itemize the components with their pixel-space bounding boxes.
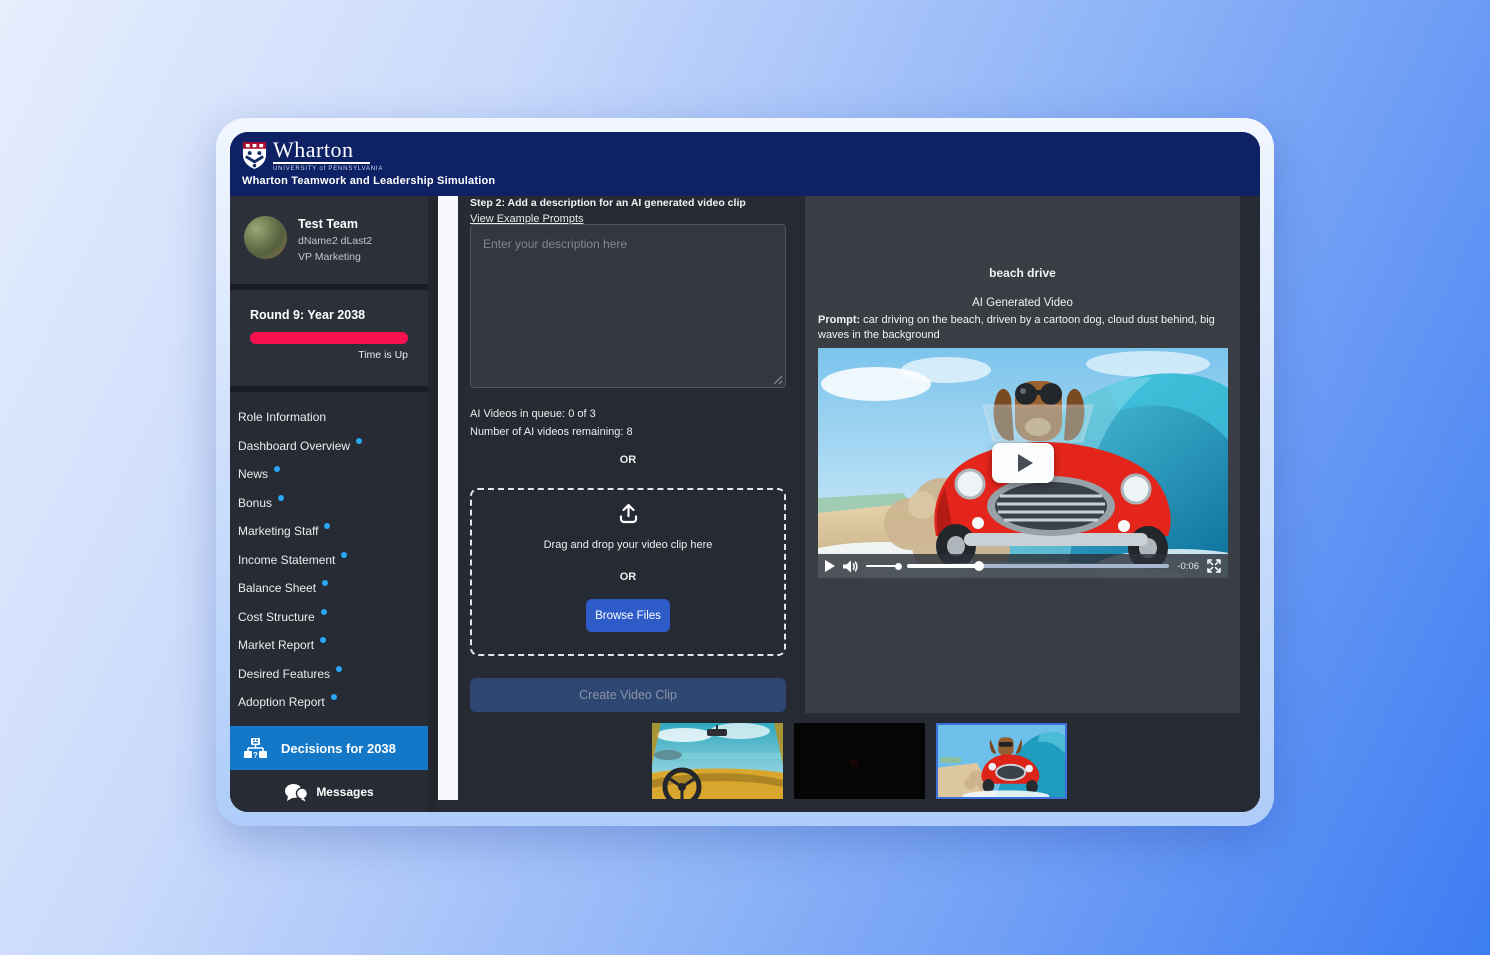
messages-button[interactable]: Messages — [230, 772, 428, 812]
remaining-status: Number of AI videos remaining: 8 — [470, 426, 633, 438]
video-controls: -0:06 — [818, 554, 1228, 578]
step-title: Step 2: Add a description for an AI gene… — [470, 197, 810, 209]
browse-files-button[interactable]: Browse Files — [586, 599, 670, 632]
upload-icon — [617, 502, 640, 525]
textarea-resize-handle[interactable] — [772, 374, 783, 385]
simulation-window: Wharton UNIVERSITY of PENNSYLVANIA Whart… — [230, 132, 1260, 812]
unread-dot — [356, 438, 362, 444]
app-frame: Wharton UNIVERSITY of PENNSYLVANIA Whart… — [216, 118, 1274, 826]
black-video-image — [794, 723, 925, 799]
app-title: Wharton Teamwork and Leadership Simulati… — [242, 175, 1248, 187]
decisions-button[interactable]: ? Decisions for 2038 — [230, 726, 428, 770]
unread-dot — [278, 495, 284, 501]
video-preview-panel: beach drive AI Generated Video Prompt:ca… — [805, 196, 1240, 713]
chat-bubbles-icon — [284, 783, 308, 802]
prompt-text: car driving on the beach, driven by a ca… — [818, 314, 1215, 341]
video-dropzone[interactable]: Drag and drop your video clip here OR Br… — [470, 488, 786, 656]
team-avatar — [244, 216, 287, 259]
penn-shield-icon — [242, 141, 267, 170]
sidebar-item-balance-sheet[interactable]: Balance Sheet — [238, 574, 428, 603]
queue-status: AI Videos in queue: 0 of 3 — [470, 408, 596, 420]
sidebar: Test Team dName2 dLast2 VP Marketing Rou… — [230, 196, 428, 812]
or-divider: OR — [620, 571, 637, 583]
sidebar-item-dashboard-overview[interactable]: Dashboard Overview — [238, 432, 428, 461]
or-divider: OR — [470, 454, 786, 466]
content-gutter — [428, 196, 438, 812]
clip-prompt: Prompt:car driving on the beach, driven … — [818, 313, 1227, 343]
round-timer-label: Time is Up — [250, 349, 408, 361]
unread-dot — [341, 552, 347, 558]
sidebar-item-marketing-staff[interactable]: Marketing Staff — [238, 517, 428, 546]
unread-dot — [336, 666, 342, 672]
fullscreen-icon[interactable] — [1207, 559, 1221, 573]
main-content: Step 2: Add a description for an AI gene… — [458, 196, 1260, 812]
unread-dot — [274, 466, 280, 472]
create-video-clip-button[interactable]: Create Video Clip — [470, 678, 786, 712]
beach-drive-image — [938, 725, 1065, 797]
team-member-name: dName2 dLast2 — [298, 235, 372, 247]
team-name: Test Team — [298, 217, 372, 231]
university-label: UNIVERSITY of PENNSYLVANIA — [273, 166, 383, 172]
round-progress-track — [250, 332, 408, 344]
top-header: Wharton UNIVERSITY of PENNSYLVANIA Whart… — [230, 132, 1260, 196]
sidebar-nav: Role Information Dashboard Overview News… — [230, 392, 428, 726]
clip-subtitle: AI Generated Video — [805, 297, 1240, 309]
play-icon — [1018, 454, 1033, 472]
sidebar-item-role-information[interactable]: Role Information — [238, 403, 428, 432]
wharton-wordmark: Wharton — [273, 139, 383, 161]
round-info-card: Round 9: Year 2038 Time is Up — [230, 290, 428, 386]
sidebar-item-bonus[interactable]: Bonus — [238, 489, 428, 518]
play-overlay-button[interactable] — [992, 443, 1054, 483]
unread-dot — [322, 580, 328, 586]
org-chart-icon: ? — [243, 737, 268, 760]
volume-slider[interactable] — [866, 565, 899, 567]
round-progress-bar — [250, 332, 408, 344]
time-remaining: -0:06 — [1177, 561, 1199, 572]
prompt-label: Prompt: — [818, 314, 860, 326]
team-info-card: Test Team dName2 dLast2 VP Marketing — [230, 196, 428, 284]
volume-icon[interactable] — [843, 560, 858, 573]
dropzone-instruction: Drag and drop your video clip here — [544, 539, 713, 551]
sidebar-item-adoption-report[interactable]: Adoption Report — [238, 688, 428, 717]
thumbnail-beach-drive[interactable] — [936, 723, 1067, 799]
play-button[interactable] — [825, 560, 835, 572]
unread-dot — [321, 609, 327, 615]
sidebar-item-news[interactable]: News — [238, 460, 428, 489]
description-input[interactable] — [470, 224, 786, 388]
unread-dot — [324, 523, 330, 529]
team-role: VP Marketing — [298, 251, 372, 263]
scroll-gutter — [438, 196, 458, 800]
clip-thumbnail-row — [458, 723, 1260, 799]
sidebar-item-market-report[interactable]: Market Report — [238, 631, 428, 660]
sidebar-item-income-statement[interactable]: Income Statement — [238, 546, 428, 575]
seek-progress — [907, 564, 980, 568]
video-player[interactable]: -0:06 — [818, 348, 1228, 578]
thumbnail-yellow-car-interior[interactable] — [652, 723, 783, 799]
seek-bar[interactable] — [907, 564, 1169, 568]
logo-divider — [273, 162, 370, 164]
round-title: Round 9: Year 2038 — [250, 308, 408, 322]
clip-title: beach drive — [805, 266, 1240, 280]
svg-text:?: ? — [253, 751, 258, 760]
sidebar-item-desired-features[interactable]: Desired Features — [238, 660, 428, 689]
unread-dot — [320, 637, 326, 643]
wharton-logo: Wharton UNIVERSITY of PENNSYLVANIA — [242, 139, 1248, 172]
sidebar-item-cost-structure[interactable]: Cost Structure — [238, 603, 428, 632]
yellow-car-interior-image — [652, 723, 783, 799]
thumbnail-black-clip[interactable] — [794, 723, 925, 799]
unread-dot — [331, 694, 337, 700]
